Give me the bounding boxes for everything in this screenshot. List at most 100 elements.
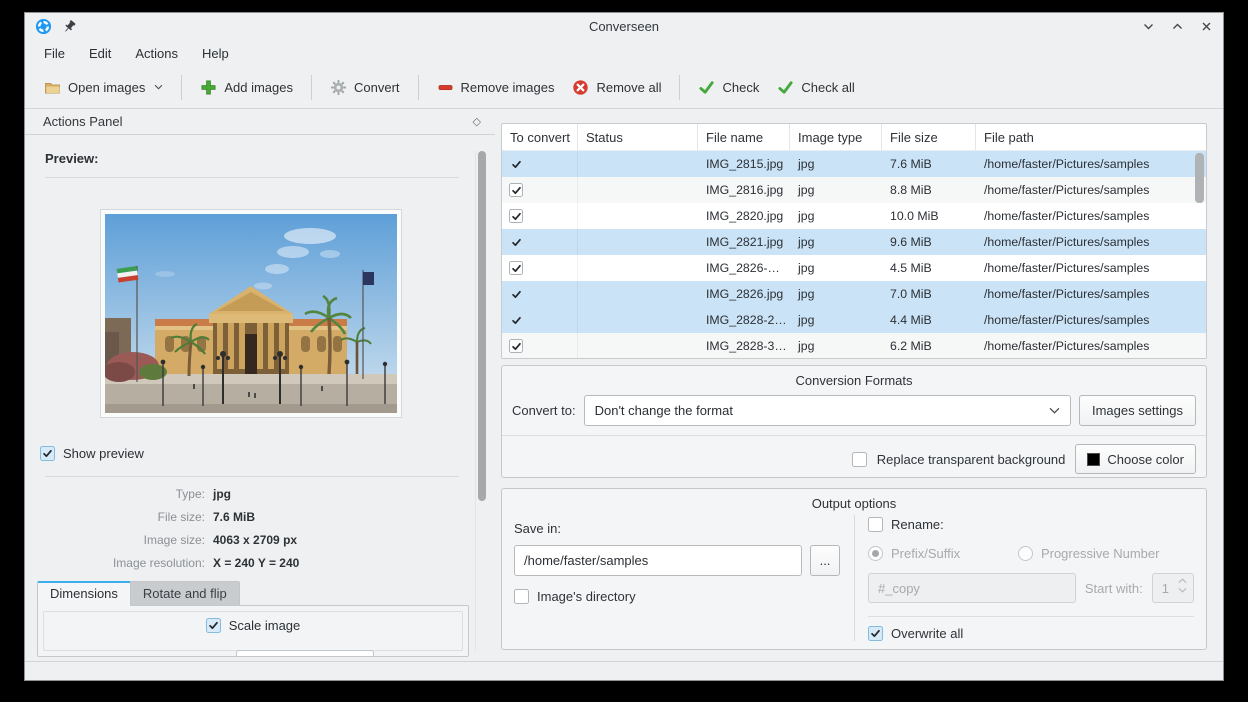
row-checkbox[interactable] [509, 287, 523, 301]
menu-actions[interactable]: Actions [135, 46, 178, 61]
info-value: 7.6 MiB [213, 510, 299, 524]
prefix-suffix-radio [868, 546, 883, 561]
scale-image-checkbox[interactable]: Scale image [38, 618, 468, 633]
open-images-button[interactable]: Open images [35, 74, 172, 101]
images-directory-checkbox[interactable] [514, 589, 529, 604]
minimize-button[interactable] [1142, 20, 1155, 33]
cell-image-type: jpg [790, 261, 882, 275]
row-checkbox[interactable] [509, 261, 523, 275]
row-checkbox[interactable] [509, 157, 523, 171]
table-row[interactable]: IMG_2821.jpg jpg 9.6 MiB /home/faster/Pi… [502, 229, 1206, 255]
remove-images-button[interactable]: Remove images [428, 74, 564, 101]
browse-button[interactable]: ... [810, 545, 840, 576]
checkbox[interactable] [40, 446, 55, 461]
remove-all-button[interactable]: Remove all [563, 74, 670, 101]
table-row[interactable]: IMG_2826.jpg jpg 7.0 MiB /home/faster/Pi… [502, 281, 1206, 307]
column-header[interactable]: Image type [790, 124, 882, 150]
choose-color-button[interactable]: Choose color [1075, 444, 1196, 474]
cell-file-name: IMG_2820.jpg [698, 209, 790, 223]
save-in-input[interactable] [514, 545, 802, 576]
overwrite-all-label: Overwrite all [891, 626, 963, 641]
convert-button[interactable]: Convert [321, 74, 409, 101]
cell-file-name: IMG_2828-2.jpg [698, 313, 790, 327]
column-header[interactable]: File name [698, 124, 790, 150]
row-checkbox[interactable] [509, 313, 523, 327]
cell-file-name: IMG_2826.jpg [698, 287, 790, 301]
prefix-suffix-label: Prefix/Suffix [891, 546, 960, 561]
checkbox[interactable] [206, 618, 221, 633]
close-button[interactable] [1200, 20, 1213, 33]
cell-file-size: 8.8 MiB [882, 183, 976, 197]
cell-file-path: /home/faster/Pictures/samples [976, 287, 1206, 301]
table-scrollbar-thumb[interactable] [1195, 153, 1204, 203]
converseen-window: Converseen File Edit Actions Help Open imag… [24, 12, 1224, 681]
rename-checkbox[interactable] [868, 517, 883, 532]
table-row[interactable]: IMG_2815.jpg jpg 7.6 MiB /home/faster/Pi… [502, 151, 1206, 177]
table-row[interactable]: IMG_2828-2.jpg jpg 4.4 MiB /home/faster/… [502, 307, 1206, 333]
actions-panel: Actions Panel ◇ Preview: [25, 109, 495, 661]
info-value: X = 240 Y = 240 [213, 556, 299, 570]
cancel-icon [572, 79, 589, 96]
cell-image-type: jpg [790, 183, 882, 197]
menu-file[interactable]: File [44, 46, 65, 61]
row-checkbox[interactable] [509, 183, 523, 197]
table-row[interactable]: IMG_2828-3.jpg jpg 6.2 MiB /home/faster/… [502, 333, 1206, 359]
menubar: File Edit Actions Help [25, 40, 1223, 66]
chevron-down-icon [1178, 587, 1187, 593]
check-button[interactable]: Check [689, 74, 768, 101]
format-value: Don't change the format [595, 403, 733, 418]
tab-dimensions[interactable]: Dimensions [37, 581, 131, 606]
tab-rotate-and-flip[interactable]: Rotate and flip [130, 581, 240, 606]
cell-file-path: /home/faster/Pictures/samples [976, 157, 1206, 171]
conversion-formats-group: Conversion Formats Convert to: Don't cha… [501, 365, 1207, 478]
toolbar-separator [679, 75, 680, 100]
toolbar-separator [418, 75, 419, 100]
progressive-number-label: Progressive Number [1041, 546, 1160, 561]
format-combobox[interactable]: Don't change the format [584, 395, 1071, 426]
partially-visible-widget[interactable] [236, 650, 374, 657]
dimensions-tab-content: Scale image [37, 605, 469, 657]
chevron-down-icon [1049, 407, 1060, 414]
panel-scrollbar[interactable] [475, 151, 485, 651]
info-value: 4063 x 2709 px [213, 533, 299, 547]
table-row[interactable]: IMG_2820.jpg jpg 10.0 MiB /home/faster/P… [502, 203, 1206, 229]
progressive-number-radio [1018, 546, 1033, 561]
row-checkbox[interactable] [509, 339, 523, 353]
remove-images-label: Remove images [461, 80, 555, 95]
scrollbar-thumb[interactable] [478, 151, 486, 501]
table-row[interactable]: IMG_2826-Mo... jpg 4.5 MiB /home/faster/… [502, 255, 1206, 281]
plus-icon [200, 79, 217, 96]
column-header[interactable]: Status [578, 124, 698, 150]
float-panel-button[interactable]: ◇ [473, 115, 481, 128]
toolbar-separator [181, 75, 182, 100]
cell-file-size: 6.2 MiB [882, 339, 976, 353]
start-with-label: Start with: [1085, 581, 1143, 596]
overwrite-all-checkbox[interactable] [868, 626, 883, 641]
images-directory-label: Image's directory [537, 589, 636, 604]
replace-background-checkbox[interactable] [852, 452, 867, 467]
cell-file-size: 7.6 MiB [882, 157, 976, 171]
row-checkbox[interactable] [509, 209, 523, 223]
convert-to-label: Convert to: [512, 403, 576, 418]
open-images-label: Open images [68, 80, 145, 95]
check-all-button[interactable]: Check all [768, 74, 863, 101]
column-header[interactable]: File path [976, 124, 1206, 150]
row-checkbox[interactable] [509, 235, 523, 249]
cell-file-path: /home/faster/Pictures/samples [976, 313, 1206, 327]
cell-file-path: /home/faster/Pictures/samples [976, 209, 1206, 223]
menu-edit[interactable]: Edit [89, 46, 111, 61]
divider [45, 177, 459, 178]
add-images-button[interactable]: Add images [191, 74, 302, 101]
column-header[interactable]: To convert [502, 124, 578, 150]
column-header[interactable]: File size [882, 124, 976, 150]
minus-icon [437, 79, 454, 96]
titlebar[interactable]: Converseen [25, 13, 1223, 40]
maximize-button[interactable] [1171, 20, 1184, 33]
images-settings-button[interactable]: Images settings [1079, 395, 1196, 426]
info-label: File size: [45, 510, 205, 524]
menu-help[interactable]: Help [202, 46, 229, 61]
cell-file-size: 4.4 MiB [882, 313, 976, 327]
group-title: Conversion Formats [512, 370, 1196, 390]
table-row[interactable]: IMG_2816.jpg jpg 8.8 MiB /home/faster/Pi… [502, 177, 1206, 203]
show-preview-checkbox[interactable]: Show preview [40, 446, 144, 461]
